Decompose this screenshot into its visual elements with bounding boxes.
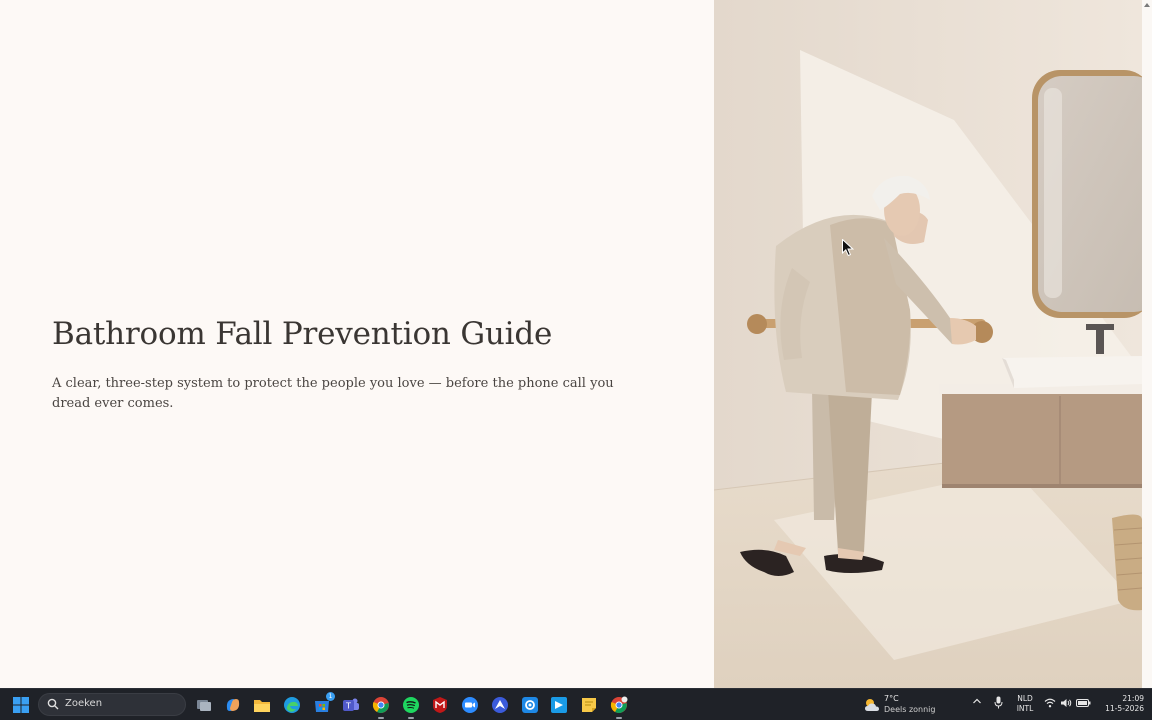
bathroom-illustration <box>714 0 1142 688</box>
chrome-icon[interactable] <box>369 693 393 719</box>
running-indicator <box>378 717 384 719</box>
file-explorer-icon[interactable] <box>250 693 274 717</box>
windows-start-icon[interactable] <box>9 693 33 717</box>
copilot-icon[interactable] <box>221 693 245 717</box>
search-placeholder: Zoeken <box>65 698 103 709</box>
page-scrollbar[interactable] <box>1142 0 1152 688</box>
show-hidden-icons-chevron-icon[interactable] <box>972 697 982 707</box>
mouse-cursor-icon <box>842 239 854 257</box>
microphone-icon[interactable] <box>994 696 1003 711</box>
edge-icon[interactable] <box>280 693 304 717</box>
mcafee-icon[interactable] <box>428 693 452 717</box>
svg-text:T: T <box>345 702 351 711</box>
hero-section: Bathroom Fall Prevention Guide A clear, … <box>52 314 662 413</box>
clock-date: 11-5-2026 <box>1105 704 1144 713</box>
sticky-notes-icon[interactable] <box>577 693 601 717</box>
language-code: NLD <box>1017 694 1033 703</box>
search-icon <box>47 698 59 710</box>
taskbar-search-input[interactable]: Zoeken <box>38 693 186 716</box>
web-page: Bathroom Fall Prevention Guide A clear, … <box>0 0 1152 688</box>
vpn-icon[interactable] <box>488 693 512 717</box>
hero-illustration <box>714 0 1142 688</box>
store-icon[interactable]: 1 <box>310 692 335 717</box>
settings-icon[interactable] <box>518 693 542 717</box>
app-icon[interactable] <box>547 693 571 717</box>
volume-icon[interactable] <box>1060 698 1072 710</box>
wifi-icon[interactable] <box>1044 698 1056 710</box>
weather-temperature: 7°C <box>884 694 899 703</box>
page-title: Bathroom Fall Prevention Guide <box>52 316 553 352</box>
running-indicator <box>616 717 622 719</box>
weather-condition: Deels zonnig <box>884 705 936 714</box>
language-indicator[interactable]: NLD INTL <box>1012 694 1038 714</box>
weather-widget[interactable]: 7°C Deels zonnig <box>862 692 952 718</box>
scroll-up-arrow-icon[interactable] <box>1144 3 1150 7</box>
spotify-icon[interactable] <box>399 693 423 719</box>
zoom-icon[interactable] <box>458 693 482 717</box>
battery-icon[interactable] <box>1076 698 1091 710</box>
page-subtitle: A clear, three-step system to protect th… <box>52 376 614 411</box>
teams-icon[interactable]: T <box>339 693 363 717</box>
store-notification-badge: 1 <box>326 692 335 701</box>
running-indicator <box>408 717 414 719</box>
clock-time: 21:09 <box>1122 694 1144 703</box>
system-clock[interactable]: 21:09 11-5-2026 <box>1096 694 1144 714</box>
windows-taskbar: Zoeken 1 T 7°C Deels zonnig NLD INTL 21:… <box>0 688 1152 720</box>
task-view-icon[interactable] <box>192 693 216 717</box>
chrome-profile-icon[interactable] <box>607 693 631 719</box>
keyboard-layout: INTL <box>1016 704 1034 713</box>
partly-sunny-icon <box>865 699 879 711</box>
